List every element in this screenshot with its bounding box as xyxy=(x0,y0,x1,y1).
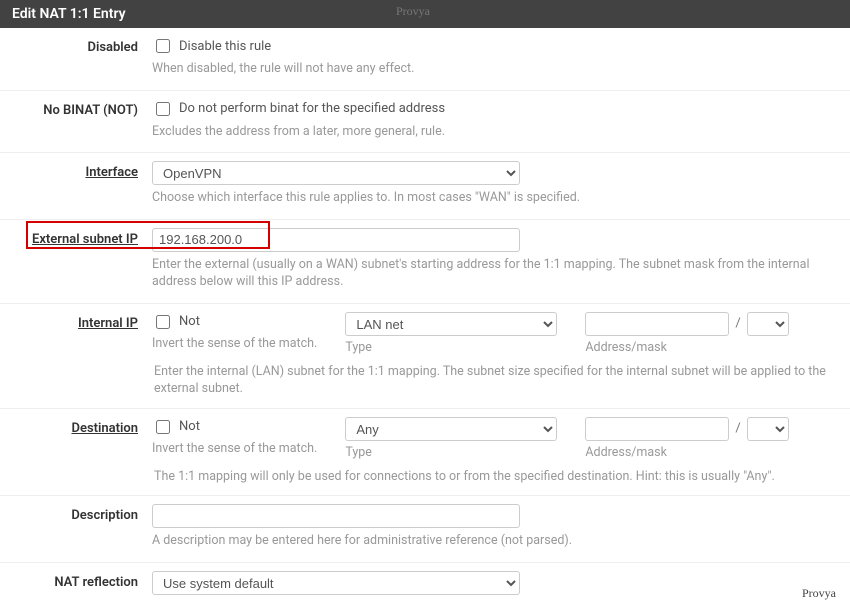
destination-addr-label: Address/mask xyxy=(585,445,788,460)
nobinat-checkbox-label[interactable]: Do not perform binat for the specified a… xyxy=(179,101,445,116)
label-nobinat: No BINAT (NOT) xyxy=(12,99,152,118)
row-internal: Internal IP Not Invert the sense of the … xyxy=(0,304,850,359)
disabled-checkbox-label[interactable]: Disable this rule xyxy=(179,39,271,54)
label-internal: Internal IP xyxy=(12,312,152,331)
destination-not-checkbox[interactable] xyxy=(156,420,170,434)
internal-mask-select[interactable] xyxy=(747,312,789,336)
description-help: A description may be entered here for ad… xyxy=(152,532,838,550)
row-external: External subnet IP Enter the external (u… xyxy=(0,220,850,304)
destination-mask-select[interactable] xyxy=(747,417,789,441)
label-nat-reflection: NAT reflection xyxy=(12,571,152,590)
external-input[interactable] xyxy=(152,228,520,252)
panel-title: Edit NAT 1:1 Entry xyxy=(12,6,126,22)
internal-not-help: Invert the sense of the match. xyxy=(152,336,317,351)
disabled-help: When disabled, the rule will not have an… xyxy=(152,60,838,78)
internal-not-checkbox[interactable] xyxy=(156,315,170,329)
row-nat-reflection: NAT reflection Use system default xyxy=(0,563,850,607)
internal-type-label: Type xyxy=(345,340,557,355)
row-disabled: Disabled Disable this rule When disabled… xyxy=(0,28,850,91)
destination-not-label[interactable]: Not xyxy=(179,419,200,434)
destination-help: The 1:1 mapping will only be used for co… xyxy=(0,464,850,497)
internal-address-input[interactable] xyxy=(585,312,729,336)
row-interface: Interface OpenVPN Choose which interface… xyxy=(0,153,850,220)
external-help: Enter the external (usually on a WAN) su… xyxy=(152,256,838,291)
form: Disabled Disable this rule When disabled… xyxy=(0,28,850,607)
description-input[interactable] xyxy=(152,504,520,528)
destination-not-help: Invert the sense of the match. xyxy=(152,441,317,456)
destination-address-input[interactable] xyxy=(585,417,729,441)
interface-select[interactable]: OpenVPN xyxy=(152,161,520,185)
label-destination: Destination xyxy=(12,417,152,436)
label-description: Description xyxy=(12,504,152,523)
internal-help: Enter the internal (LAN) subnet for the … xyxy=(0,359,850,409)
watermark-footer: Provya xyxy=(802,586,836,601)
internal-addr-label: Address/mask xyxy=(585,340,788,355)
slash-separator: / xyxy=(729,316,746,331)
watermark: Provya xyxy=(396,4,430,19)
label-interface: Interface xyxy=(12,161,152,180)
row-nobinat: No BINAT (NOT) Do not perform binat for … xyxy=(0,91,850,154)
internal-not-label[interactable]: Not xyxy=(179,314,200,329)
panel-header: Edit NAT 1:1 Entry Provya xyxy=(0,0,850,28)
row-description: Description A description may be entered… xyxy=(0,496,850,563)
slash-separator-2: / xyxy=(729,421,746,436)
nat-reflection-select[interactable]: Use system default xyxy=(152,571,520,595)
label-external: External subnet IP xyxy=(12,228,152,247)
destination-type-label: Type xyxy=(345,445,557,460)
interface-help: Choose which interface this rule applies… xyxy=(152,189,838,207)
label-disabled: Disabled xyxy=(12,36,152,55)
nobinat-checkbox[interactable] xyxy=(156,102,170,116)
disabled-checkbox[interactable] xyxy=(156,39,170,53)
nobinat-help: Excludes the address from a later, more … xyxy=(152,123,838,141)
destination-type-select[interactable]: Any xyxy=(345,417,557,441)
internal-type-select[interactable]: LAN net xyxy=(345,312,557,336)
row-destination: Destination Not Invert the sense of the … xyxy=(0,409,850,464)
